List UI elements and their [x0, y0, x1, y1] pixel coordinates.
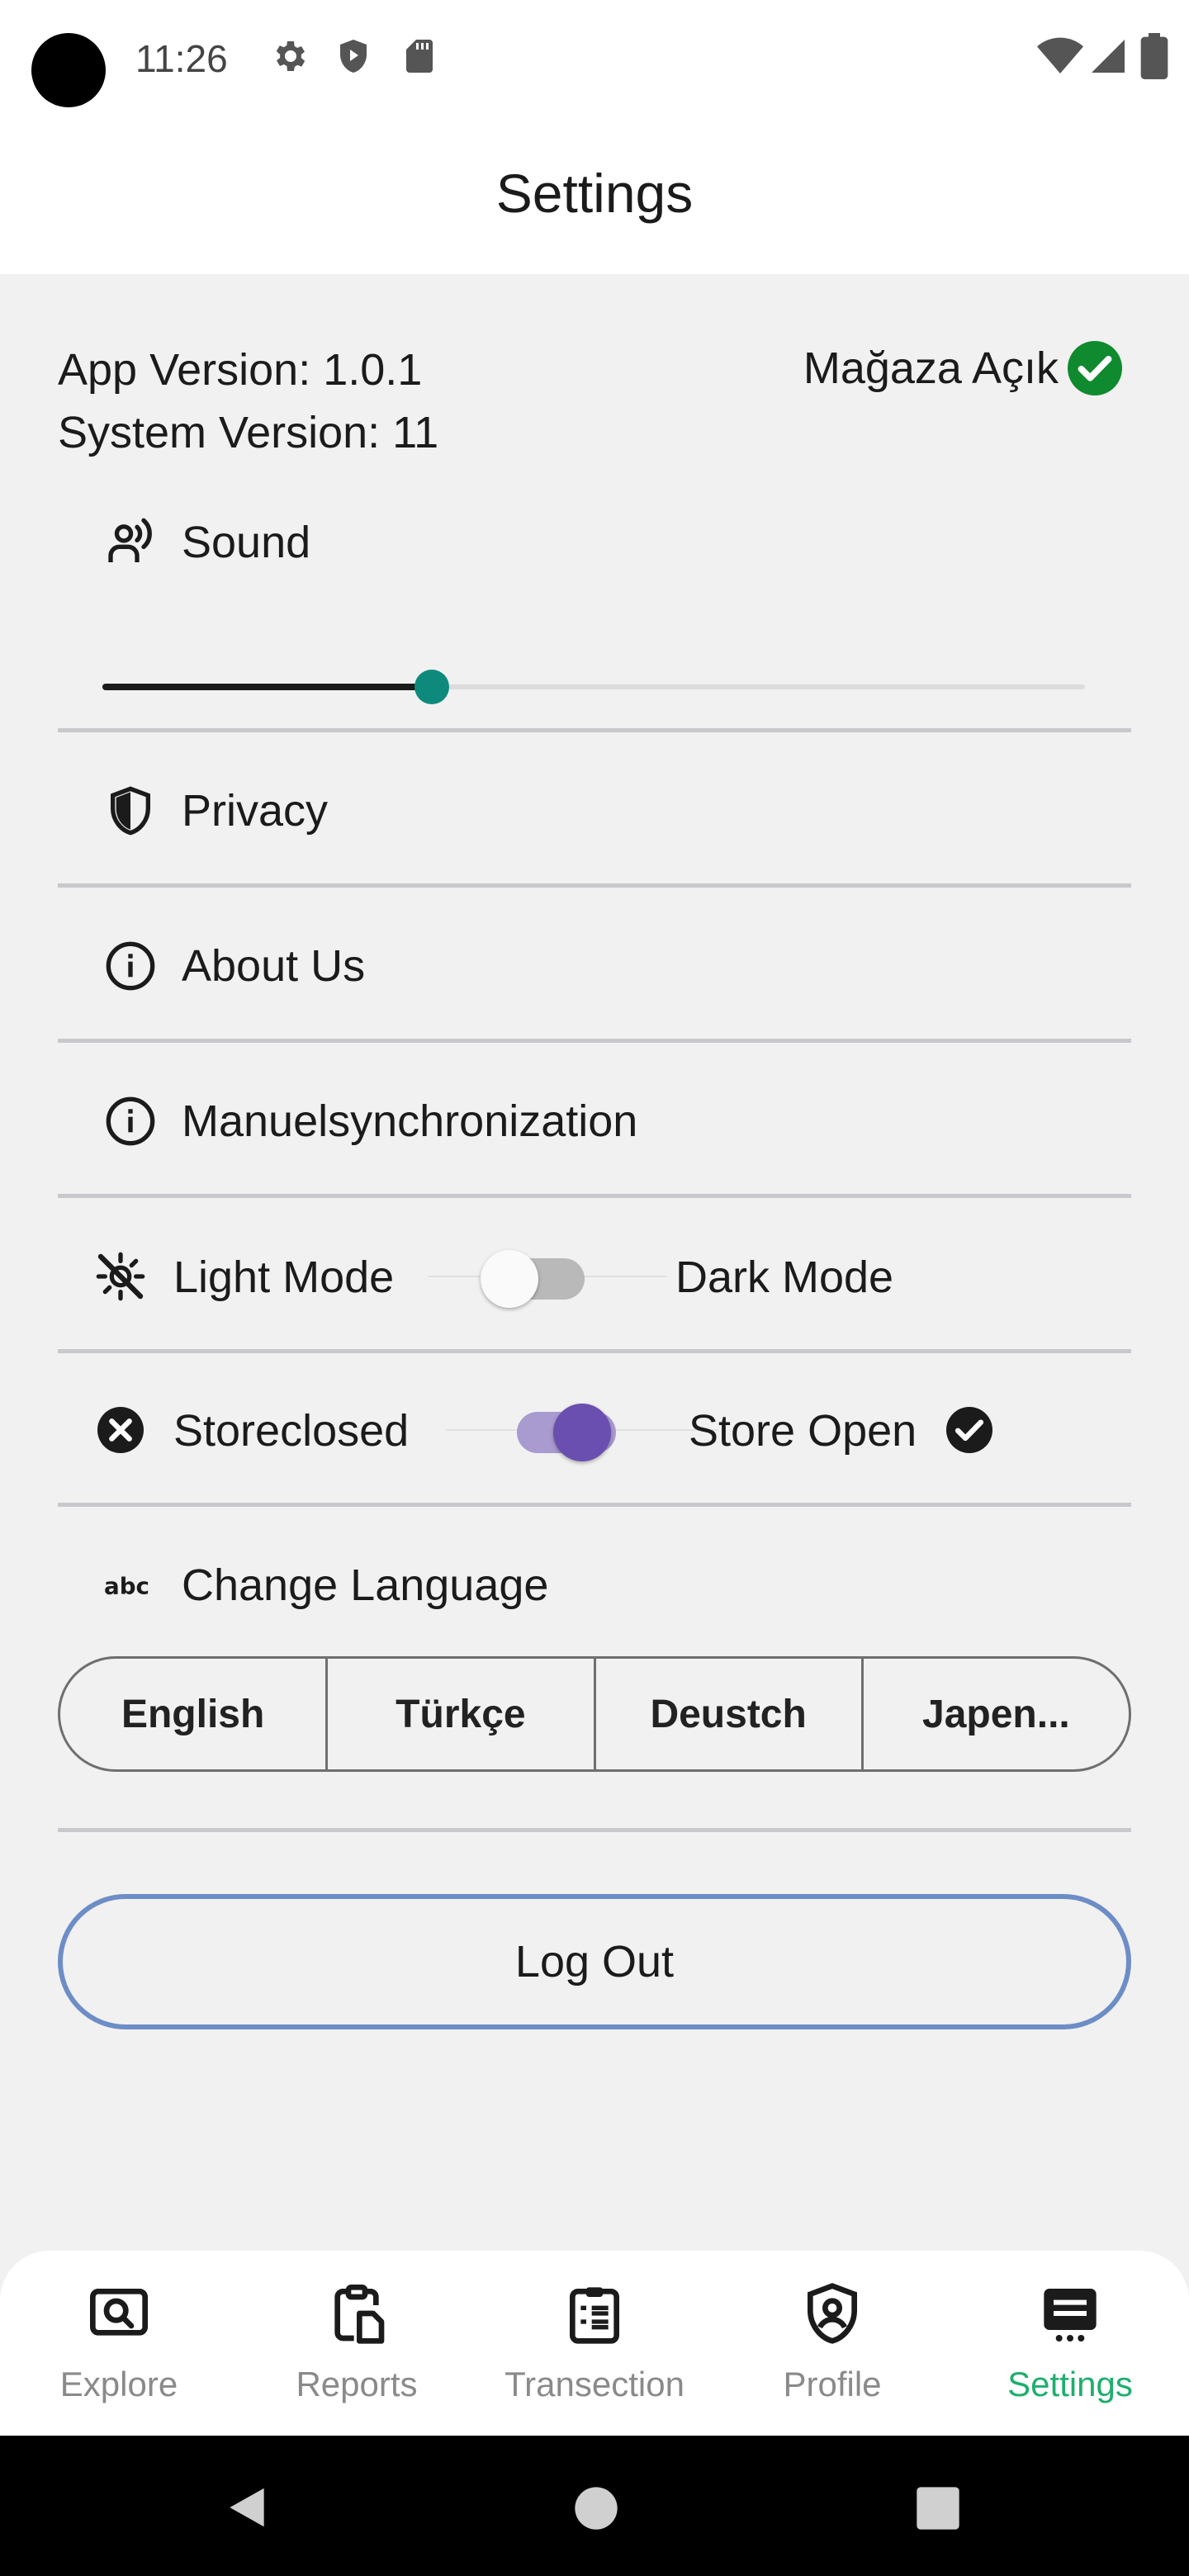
- nav-item-profile[interactable]: Profile: [713, 2251, 951, 2436]
- check-circle-icon: [1068, 341, 1122, 395]
- nav-label: Settings: [1007, 2365, 1133, 2403]
- speaker-person-icon: [108, 518, 152, 562]
- nav-label: Profile: [783, 2365, 882, 2403]
- reports-icon: [334, 2285, 385, 2344]
- info-icon: [106, 941, 155, 991]
- gear-icon: [276, 41, 306, 71]
- nav-item-reports[interactable]: Reports: [238, 2251, 476, 2436]
- status-bar: 11:26: [0, 0, 1189, 116]
- store-status: Mağaza Açık: [803, 339, 1125, 398]
- dark-mode-label: Dark Mode: [675, 1252, 894, 1302]
- profile-icon: [808, 2283, 857, 2344]
- system-navigation-bar: [0, 2436, 1189, 2576]
- sync-row[interactable]: Manuelsynchronization: [58, 1055, 1131, 1187]
- theme-toggle-row: Light Mode Dark Mode: [58, 1227, 1131, 1326]
- store-status-label: Mağaza Açık: [803, 343, 1059, 393]
- store-open-label: Store Open: [689, 1406, 917, 1456]
- language-row: abc Change Language: [58, 1519, 1131, 1651]
- nav-label: Reports: [296, 2365, 418, 2403]
- version-info: App Version: 1.0.1 System Version: 11: [58, 339, 438, 464]
- shield-icon: [111, 786, 150, 836]
- check-circle-icon: [946, 1407, 992, 1453]
- page-title: Settings: [495, 163, 694, 224]
- divider: [58, 1349, 1131, 1353]
- language-option-german[interactable]: Deustch: [596, 1659, 864, 1769]
- about-label: About Us: [182, 941, 366, 991]
- slider-fill: [102, 684, 432, 690]
- slider-thumb[interactable]: [414, 670, 449, 704]
- sound-row: Sound: [58, 505, 1131, 580]
- divider: [58, 1194, 1131, 1198]
- divider: [58, 1503, 1131, 1507]
- store-toggle-row: Storeclosed Store Open: [58, 1380, 1131, 1480]
- abc-icon: abc: [104, 1573, 149, 1600]
- divider: [58, 1828, 1131, 1832]
- volume-slider[interactable]: [102, 662, 1085, 712]
- sound-label: Sound: [182, 518, 311, 567]
- system-version: System Version: 11: [58, 408, 439, 457]
- store-switch-thumb[interactable]: [553, 1404, 611, 1461]
- shield-play-icon: [340, 40, 367, 73]
- language-option-english[interactable]: English: [60, 1659, 329, 1769]
- sd-card-icon: [406, 40, 433, 73]
- info-icon: [106, 1096, 155, 1146]
- nav-item-explore[interactable]: Explore: [0, 2251, 238, 2436]
- language-label: Change Language: [182, 1560, 549, 1610]
- language-selector: English Türkçe Deustch Japen...: [58, 1656, 1131, 1772]
- privacy-label: Privacy: [182, 786, 329, 836]
- nav-label: Explore: [59, 2365, 178, 2403]
- signal-icon: [1092, 40, 1125, 73]
- home-icon[interactable]: [573, 2485, 619, 2531]
- theme-switch-thumb[interactable]: [481, 1250, 538, 1308]
- language-option-japanese[interactable]: Japen...: [864, 1659, 1129, 1769]
- divider: [58, 883, 1131, 888]
- nav-label: Transection: [504, 2365, 685, 2403]
- divider: [58, 1039, 1131, 1043]
- light-mode-label: Light Mode: [173, 1252, 395, 1302]
- wifi-icon: [1037, 37, 1083, 73]
- camera-cutout: [31, 33, 106, 107]
- recents-icon[interactable]: [915, 2485, 961, 2531]
- nav-item-transaction[interactable]: Transection: [476, 2251, 713, 2436]
- transaction-icon: [570, 2287, 619, 2344]
- sync-label: Manuelsynchronization: [182, 1096, 638, 1146]
- status-time: 11:26: [135, 37, 228, 80]
- nav-item-settings[interactable]: Settings: [951, 2251, 1189, 2436]
- privacy-row[interactable]: Privacy: [58, 745, 1131, 877]
- language-option-turkish[interactable]: Türkçe: [328, 1659, 596, 1769]
- store-closed-label: Storeclosed: [173, 1406, 410, 1456]
- brightness-off-icon: [96, 1252, 145, 1301]
- divider: [58, 728, 1131, 732]
- explore-icon: [90, 2289, 148, 2336]
- back-icon[interactable]: [221, 2482, 272, 2533]
- app-version: App Version: 1.0.1: [58, 345, 423, 395]
- battery-icon: [1140, 33, 1168, 79]
- settings-icon: [1044, 2289, 1097, 2342]
- logout-button[interactable]: Log Out: [58, 1894, 1131, 2029]
- cancel-circle-icon: [97, 1407, 144, 1453]
- app-bar: Settings: [0, 116, 1189, 274]
- bottom-navigation: Explore Reports Transection Profile Sett…: [0, 2251, 1189, 2436]
- about-row[interactable]: About Us: [58, 900, 1131, 1032]
- svg-text:abc: abc: [104, 1573, 149, 1600]
